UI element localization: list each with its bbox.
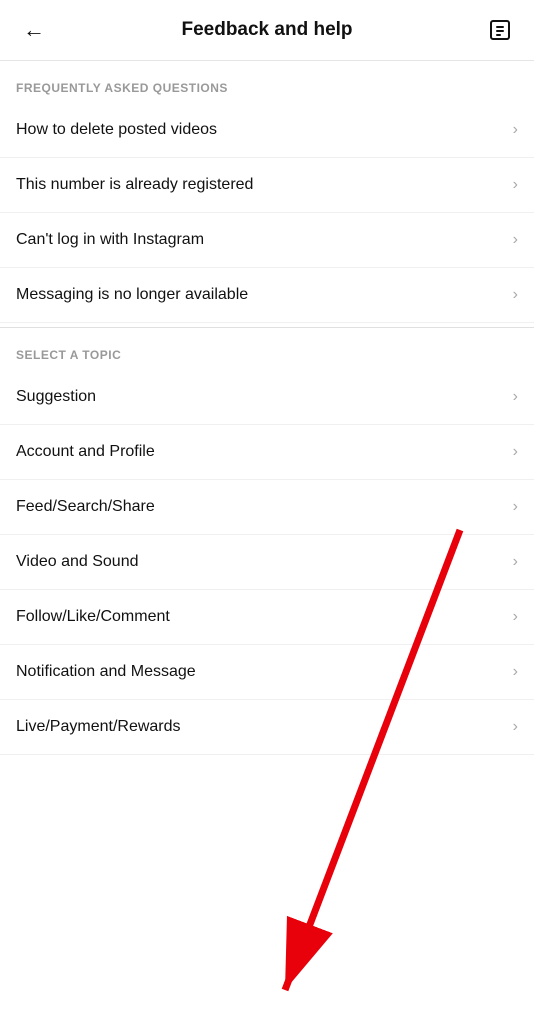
chevron-icon-topic-0: › <box>513 388 518 406</box>
topic-item-label-2: Feed/Search/Share <box>16 498 155 516</box>
faq-item-0[interactable]: How to delete posted videos › <box>0 103 534 158</box>
chevron-icon-topic-4: › <box>513 608 518 626</box>
topic-section-header: SELECT A TOPIC <box>0 328 534 370</box>
back-arrow-icon: ← <box>23 17 45 43</box>
topic-item-label-5: Notification and Message <box>16 663 196 681</box>
header: ← Feedback and help <box>0 0 534 61</box>
chevron-icon-faq-1: › <box>513 176 518 194</box>
faq-item-label-0: How to delete posted videos <box>16 121 217 139</box>
page-title: Feedback and help <box>52 19 482 41</box>
topic-item-1[interactable]: Account and Profile › <box>0 425 534 480</box>
topic-item-label-3: Video and Sound <box>16 553 138 571</box>
faq-item-label-3: Messaging is no longer available <box>16 286 248 304</box>
faq-item-label-2: Can't log in with Instagram <box>16 231 204 249</box>
topic-item-5[interactable]: Notification and Message › <box>0 645 534 700</box>
topic-item-6[interactable]: Live/Payment/Rewards › <box>0 700 534 755</box>
chevron-icon-topic-3: › <box>513 553 518 571</box>
topic-item-3[interactable]: Video and Sound › <box>0 535 534 590</box>
edit-button[interactable] <box>482 12 518 48</box>
topic-item-0[interactable]: Suggestion › <box>0 370 534 425</box>
topic-item-label-6: Live/Payment/Rewards <box>16 718 181 736</box>
faq-section-header: FREQUENTLY ASKED QUESTIONS <box>0 61 534 103</box>
chevron-icon-topic-5: › <box>513 663 518 681</box>
topic-item-label-1: Account and Profile <box>16 443 155 461</box>
faq-item-label-1: This number is already registered <box>16 176 253 194</box>
topic-item-2[interactable]: Feed/Search/Share › <box>0 480 534 535</box>
chevron-icon-topic-1: › <box>513 443 518 461</box>
topic-item-4[interactable]: Follow/Like/Comment › <box>0 590 534 645</box>
chevron-icon-faq-3: › <box>513 286 518 304</box>
back-button[interactable]: ← <box>16 12 52 48</box>
topic-item-label-4: Follow/Like/Comment <box>16 608 170 626</box>
chevron-icon-topic-2: › <box>513 498 518 516</box>
topic-item-label-0: Suggestion <box>16 388 96 406</box>
chevron-icon-topic-6: › <box>513 718 518 736</box>
edit-icon <box>488 18 512 42</box>
faq-item-3[interactable]: Messaging is no longer available › <box>0 268 534 323</box>
chevron-icon-faq-0: › <box>513 121 518 139</box>
faq-item-2[interactable]: Can't log in with Instagram › <box>0 213 534 268</box>
faq-item-1[interactable]: This number is already registered › <box>0 158 534 213</box>
chevron-icon-faq-2: › <box>513 231 518 249</box>
